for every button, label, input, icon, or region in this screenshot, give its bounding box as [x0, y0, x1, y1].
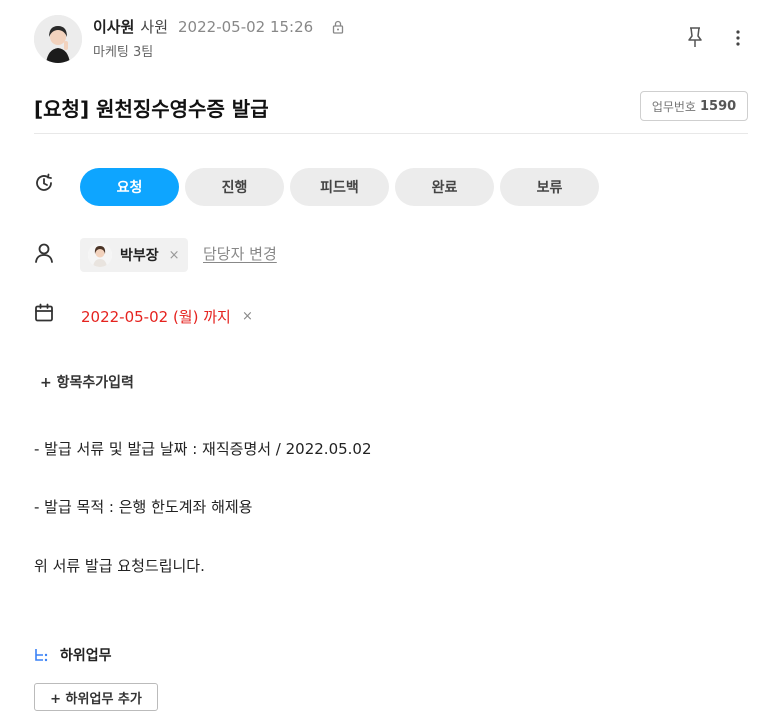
body-line: - 발급 서류 및 발급 날짜 : 재직증명서 / 2022.05.02	[34, 440, 372, 458]
status-feedback-button[interactable]: 피드백	[290, 168, 389, 206]
subtask-title: 하위업무	[60, 648, 112, 664]
assignee-avatar	[88, 243, 112, 267]
status-clock-icon	[33, 172, 55, 194]
remove-due-date-icon[interactable]: ×	[242, 309, 253, 324]
status-selector: 요청 진행 피드백 완료 보류	[80, 168, 599, 206]
task-number-label: 업무번호	[651, 99, 696, 114]
status-request-button[interactable]: 요청	[80, 168, 179, 206]
body-line: 위 서류 발급 요청드립니다.	[34, 557, 205, 575]
calendar-icon	[33, 302, 55, 324]
status-hold-button[interactable]: 보류	[500, 168, 599, 206]
person-icon	[33, 242, 55, 264]
author-role: 사원	[140, 18, 169, 36]
task-number: 1590	[699, 98, 737, 114]
author-name: 이사원	[93, 18, 135, 36]
assignee-chip[interactable]: 박부장 ×	[80, 238, 188, 272]
more-vertical-icon[interactable]	[730, 27, 746, 49]
post-timestamp: 2022-05-02 15:26	[178, 18, 314, 36]
author-avatar[interactable]	[34, 15, 82, 63]
status-progress-button[interactable]: 진행	[185, 168, 284, 206]
assignee-name: 박부장	[120, 248, 159, 264]
add-subtask-button[interactable]: + 하위업무 추가	[34, 683, 158, 711]
subtask-header: 하위업무	[34, 645, 112, 665]
author-team: 마케팅 3팀	[93, 45, 154, 60]
remove-assignee-icon[interactable]: ×	[169, 248, 180, 263]
task-number-badge: 업무번호 1590	[640, 91, 748, 121]
lock-icon	[331, 19, 345, 34]
add-item-button[interactable]: + 항목추가입력	[40, 372, 134, 392]
subtask-icon	[34, 647, 52, 663]
post-header: 이사원 사원 2022-05-02 15:26 마케팅 3팀	[0, 0, 780, 78]
task-title: [요청] 원천징수영수증 발급	[34, 97, 269, 121]
status-complete-button[interactable]: 완료	[395, 168, 494, 206]
change-assignee-link[interactable]: 담당자 변경	[203, 243, 277, 264]
pin-icon[interactable]	[685, 26, 705, 48]
body-line: - 발급 목적 : 은행 한도계좌 해제용	[34, 498, 253, 516]
title-divider	[34, 133, 748, 134]
due-date[interactable]: 2022-05-02 (월) 까지	[81, 306, 231, 327]
